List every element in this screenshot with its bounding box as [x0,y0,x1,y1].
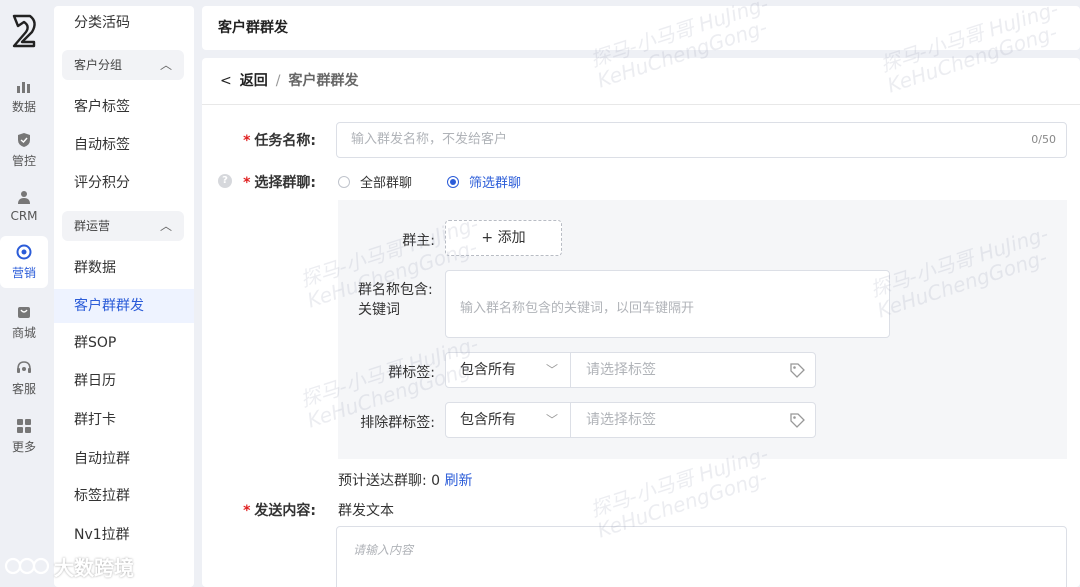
brand-watermark: 大数跨境 [4,551,134,581]
submenu-item[interactable]: 评分积分 [54,166,194,200]
page-title: 客户群群发 [202,6,1080,50]
chevron-up-icon: ︿ [159,219,172,233]
task-name-label: * 任务名称: [243,133,316,149]
app-logo-icon[interactable] [8,12,40,50]
submenu-item[interactable]: 标签拉群 [54,479,194,513]
chevron-up-icon: ︿ [159,58,172,72]
task-name-placeholder: 输入群发名称，不发给客户 [351,132,508,147]
tag-icon[interactable] [789,362,805,378]
submenu-item[interactable]: 自动标签 [54,128,194,162]
refresh-link[interactable]: 刷新 [445,473,473,489]
keyword-label: 群名称包含: 关键词 [358,282,433,318]
submenu-item[interactable]: Nv1拉群 [54,518,194,552]
grid-icon [16,418,32,434]
target-icon [16,244,32,260]
radio-circle-icon [338,175,350,188]
content-textarea[interactable]: 请输入内容 [336,526,1067,587]
radio-checked-icon [447,175,459,188]
rail-item-shop[interactable]: 商城 [0,296,48,348]
divider [202,104,1080,105]
rail-label: 商城 [11,325,36,340]
rail-label: 营销 [11,265,36,280]
estimate-label: 预计送达群聊: [338,473,427,489]
submenu-item[interactable]: 群SOP [54,326,194,360]
rail-label: 数据 [11,99,36,114]
chevron-down-icon: ﹀ [545,363,558,377]
tag-label: 群标签: [388,365,435,381]
submenu-item[interactable]: 自动拉群 [54,442,194,476]
chart-icon [16,78,32,94]
submenu-group-label: 客户分组 [74,58,123,72]
keyword-input[interactable]: 输入群名称包含的关键词，以回车键隔开 [445,270,890,338]
shield-icon [16,132,32,148]
exclude-tag-label: 排除群标签: [360,415,435,431]
task-name-input[interactable]: 输入群发名称，不发给客户 0/50 [336,122,1067,158]
tag-selector: 包含所有 ﹀ 请选择标签 [445,352,816,388]
rail-label: 更多 [11,439,36,454]
headset-icon [16,360,32,376]
rail-item-control[interactable]: 管控 [0,124,48,176]
back-link[interactable]: 返回 [240,73,268,89]
filter-panel: 群主: + 添加 群名称包含: 关键词 输入群名称包含的关键词，以回车键隔开 群… [338,200,1067,459]
char-counter: 0/50 [1031,133,1056,146]
person-icon [16,189,32,205]
help-icon[interactable]: ? [218,174,232,188]
rail-item-more[interactable]: 更多 [0,410,48,462]
rail-label: 客服 [11,381,36,396]
main-panel: < 返回 / 客户群群发 * 任务名称: 输入群发名称，不发给客户 0/50 ? * 选择… [202,58,1080,587]
select-group-label: * 选择群聊: [243,175,316,191]
breadcrumb: < 返回 / 客户群群发 [220,70,358,92]
breadcrumb-separator: / [275,73,281,89]
submenu-group-customer[interactable]: 客户分组 ︿ [62,50,184,80]
radio-filter-groups[interactable]: 筛选群聊 [447,172,521,191]
submenu-item[interactable]: 分类活码 [54,6,194,40]
rail-item-crm[interactable]: CRM [0,180,48,232]
exclude-tag-input[interactable]: 请选择标签 [572,403,815,437]
submenu-item[interactable]: 群打卡 [54,403,194,437]
tag-icon[interactable] [789,412,805,428]
estimate-row: 预计送达群聊: 0 刷新 [338,470,473,490]
exclude-tag-mode-select[interactable]: 包含所有 ﹀ [446,403,571,437]
breadcrumb-current: 客户群群发 [288,73,359,89]
content-type: 群发文本 [338,503,394,519]
content-label: * 发送内容: [243,503,316,519]
chevron-down-icon: ﹀ [545,413,558,427]
brand-text: 大数跨境 [54,555,134,580]
exclude-tag-selector: 包含所有 ﹀ 请选择标签 [445,402,816,438]
chevron-left-icon[interactable]: < [220,73,232,89]
rail-item-data[interactable]: 数据 [0,70,48,122]
icon-rail: 数据 管控 CRM 营销 商城 客服 更多 [0,0,48,587]
tag-input[interactable]: 请选择标签 [572,353,815,387]
rail-label: 管控 [11,153,36,168]
submenu-item-active[interactable]: 客户群群发 [54,289,194,323]
tag-mode-select[interactable]: 包含所有 ﹀ [446,353,571,387]
submenu-item[interactable]: 群日历 [54,364,194,398]
add-owner-button[interactable]: + 添加 [445,220,562,256]
submenu-item[interactable]: 客户标签 [54,90,194,124]
sub-menu: 分类活码 客户分组 ︿ 客户标签 自动标签 评分积分 群运营 ︿ 群数据 客户群… [54,6,194,587]
radio-all-groups[interactable]: 全部群聊 [338,172,412,191]
owner-label: 群主: [402,233,435,249]
rail-item-marketing[interactable]: 营销 [0,236,48,288]
submenu-group-label: 群运营 [74,219,111,233]
estimate-count: 0 [431,473,441,489]
rail-item-service[interactable]: 客服 [0,352,48,404]
submenu-item[interactable]: 群数据 [54,251,194,285]
rail-label: CRM [10,209,38,223]
brand-logo-icon [4,557,50,575]
shop-icon [16,304,32,320]
submenu-group-ops[interactable]: 群运营 ︿ [62,211,184,241]
